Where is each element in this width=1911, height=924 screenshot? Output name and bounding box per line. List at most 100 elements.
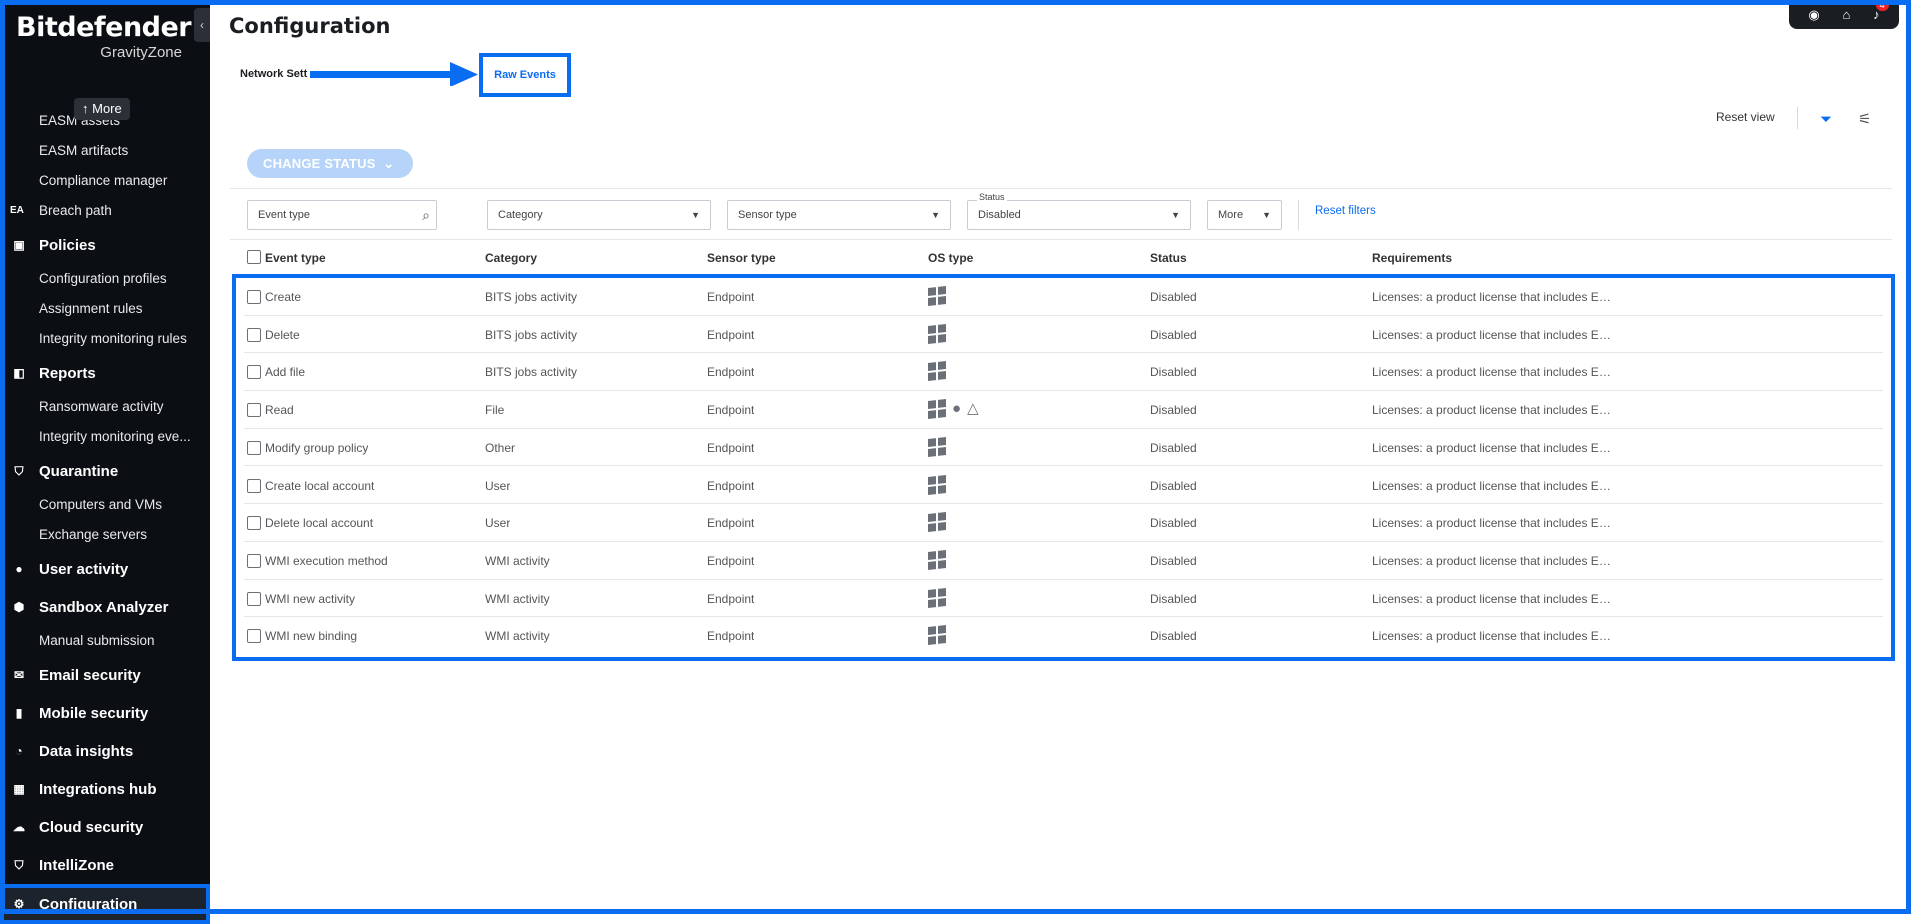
nav-email-security[interactable]: ✉ Email security bbox=[0, 656, 210, 694]
row-checkbox[interactable] bbox=[247, 327, 261, 342]
nav-integrity-monitoring-events[interactable]: Integrity monitoring eve... bbox=[0, 422, 210, 452]
tab-network-settings[interactable]: Network Sett bbox=[240, 68, 307, 80]
more-button[interactable]: ↑ More bbox=[74, 98, 130, 120]
filter-icon[interactable]: ⏷ bbox=[1820, 111, 1832, 128]
row-checkbox[interactable] bbox=[247, 365, 261, 380]
nav-configuration-profiles[interactable]: Configuration profiles bbox=[0, 264, 210, 294]
collapse-sidebar-button[interactable]: ‹ bbox=[194, 8, 210, 42]
nav-computers-and-vms[interactable]: Computers and VMs bbox=[0, 490, 210, 520]
brand-logo[interactable]: Bitdefender GravityZone bbox=[16, 12, 192, 61]
nav-assignment-rules[interactable]: Assignment rules bbox=[0, 294, 210, 324]
row-checkbox[interactable] bbox=[247, 629, 261, 644]
table-row[interactable]: Create BITS jobs activity Endpoint Disabled… bbox=[236, 278, 1891, 316]
tab-raw-events[interactable]: Raw Events bbox=[479, 53, 571, 97]
table-row[interactable]: Delete local account User Endpoint Disabled… bbox=[236, 504, 1891, 542]
table-row[interactable]: Read File Endpoint ● △ Disabled Licenses: a pr… bbox=[236, 391, 1891, 429]
row-checkbox[interactable] bbox=[247, 591, 261, 606]
table-row[interactable]: Delete BITS jobs activity Endpoint Disabled… bbox=[236, 316, 1891, 354]
col-category-cell: BITS jobs activity bbox=[485, 327, 578, 342]
table-row[interactable]: Create local account User Endpoint Disabled… bbox=[236, 467, 1891, 505]
gift-icon[interactable]: ⌂ bbox=[1842, 7, 1850, 22]
sidebar-nav: EASM assets EASM artifacts Compliance mana… bbox=[0, 106, 210, 924]
bell-icon[interactable]: ♪ 4 bbox=[1873, 0, 1889, 22]
nav-intellizone[interactable]: ⛉ IntelliZone bbox=[0, 846, 210, 884]
sidebar-item-label: IntelliZone bbox=[39, 856, 114, 874]
apple-icon: ● bbox=[952, 400, 962, 418]
chevron-down-icon: ⌄ bbox=[379, 156, 395, 171]
col-event-type-cell: Delete bbox=[265, 327, 300, 342]
intellizone-icon: ⛉ bbox=[14, 857, 24, 872]
divider bbox=[230, 239, 1892, 240]
nav-breach-path[interactable]: EA Breach path bbox=[0, 196, 210, 226]
row-checkbox[interactable] bbox=[247, 290, 261, 304]
brand-name: Bitdefender bbox=[16, 12, 192, 43]
event-type-placeholder: Event type bbox=[258, 209, 310, 221]
table-row[interactable]: Modify group policy Other Endpoint Disabled… bbox=[236, 429, 1891, 467]
column-header-os-type[interactable]: OS type bbox=[928, 251, 973, 265]
column-header-sensor-type[interactable]: Sensor type bbox=[707, 251, 776, 265]
nav-integrations-hub[interactable]: ▦ Integrations hub bbox=[0, 770, 210, 808]
table-row[interactable]: WMI new activity WMI activity Endpoint Disa… bbox=[236, 580, 1891, 618]
column-header-requirements[interactable]: Requirements bbox=[1372, 251, 1452, 265]
change-status-button[interactable]: CHANGE STATUS ⌄ bbox=[247, 149, 413, 178]
reset-view-link[interactable]: Reset view bbox=[1716, 110, 1775, 124]
row-checkbox[interactable] bbox=[247, 478, 261, 493]
windows-icon bbox=[928, 399, 946, 420]
data-insights-icon: ◔ bbox=[15, 744, 23, 758]
nav-configuration[interactable]: ⚙ Configuration bbox=[0, 884, 210, 924]
reset-filters-link[interactable]: Reset filters bbox=[1315, 205, 1376, 217]
row-checkbox[interactable] bbox=[247, 440, 261, 455]
mobile-security-icon: ▮ bbox=[15, 706, 23, 720]
sidebar-item-label: Mobile security bbox=[39, 704, 149, 722]
nav-manual-submission[interactable]: Manual submission bbox=[0, 626, 210, 656]
column-settings-icon[interactable]: ⚟ bbox=[1858, 110, 1871, 128]
nav-compliance-manager[interactable]: Compliance manager bbox=[0, 166, 210, 196]
nav-quarantine[interactable]: ⛉ Quarantine bbox=[0, 452, 210, 490]
sandbox-analyzer-icon: ⬢ bbox=[13, 600, 25, 614]
column-header-event-type[interactable]: Event type bbox=[265, 251, 326, 265]
table-row[interactable]: WMI execution method WMI activity Endpoint… bbox=[236, 542, 1891, 580]
nav-sandbox-analyzer[interactable]: ⬢ Sandbox Analyzer bbox=[0, 588, 210, 626]
col-category-cell: Other bbox=[485, 440, 516, 455]
col-status-cell: Disabled bbox=[1150, 629, 1197, 644]
col-sensor-type-cell: Endpoint bbox=[707, 290, 755, 304]
select-all-checkbox[interactable] bbox=[247, 250, 261, 264]
column-header-status[interactable]: Status bbox=[1150, 251, 1187, 265]
sensor-type-filter[interactable]: Sensor type ▼ bbox=[727, 200, 951, 230]
windows-icon bbox=[928, 474, 946, 495]
row-checkbox[interactable] bbox=[247, 403, 261, 418]
nav-easm-artifacts[interactable]: EASM artifacts bbox=[0, 136, 210, 166]
col-event-type-cell: Read bbox=[265, 403, 294, 418]
nav-cloud-security[interactable]: ☁ Cloud security bbox=[0, 808, 210, 846]
nav-integrity-monitoring-rules[interactable]: Integrity monitoring rules bbox=[0, 324, 210, 354]
col-requirements-cell: Licenses: a product license that include… bbox=[1372, 403, 1617, 418]
brand-sub: GravityZone bbox=[100, 44, 182, 61]
sidebar-item-label: Quarantine bbox=[39, 462, 119, 480]
status-filter[interactable]: Status Disabled ▼ bbox=[967, 192, 1191, 230]
row-checkbox[interactable] bbox=[247, 516, 261, 531]
nav-data-insights[interactable]: ◔ Data insights bbox=[0, 732, 210, 770]
row-checkbox[interactable] bbox=[247, 553, 261, 568]
sidebar-item-label: Cloud security bbox=[39, 818, 144, 836]
nav-policies[interactable]: ▣ Policies bbox=[0, 226, 210, 264]
sidebar-item-label: Email security bbox=[39, 666, 141, 684]
col-sensor-type-cell: Endpoint bbox=[707, 327, 755, 342]
table-row[interactable]: Add file BITS jobs activity Endpoint Disabl… bbox=[236, 353, 1891, 392]
col-event-type-cell: WMI new activity bbox=[265, 591, 356, 606]
nav-exchange-servers[interactable]: Exchange servers bbox=[0, 520, 210, 550]
column-header-category[interactable]: Category bbox=[485, 251, 537, 265]
category-filter[interactable]: Category ▼ bbox=[487, 200, 711, 230]
nav-mobile-security[interactable]: ▮ Mobile security bbox=[0, 694, 210, 732]
user-icon[interactable]: ◉ bbox=[1808, 7, 1819, 23]
nav-reports[interactable]: ◧ Reports bbox=[0, 354, 210, 392]
os-type-cell bbox=[928, 587, 946, 608]
nav-user-activity[interactable]: ● User activity bbox=[0, 550, 210, 588]
nav-ransomware-activity[interactable]: Ransomware activity bbox=[0, 392, 210, 422]
caret-down-icon: ▼ bbox=[1171, 210, 1180, 220]
event-type-filter[interactable]: Event type ⌕ bbox=[247, 200, 437, 230]
more-filters-dropdown[interactable]: More ▼ bbox=[1207, 200, 1282, 230]
windows-icon bbox=[928, 587, 946, 608]
table-row[interactable]: WMI new binding WMI activity Endpoint Disab… bbox=[236, 617, 1891, 655]
col-category-cell: User bbox=[485, 478, 511, 493]
col-status-cell: Disabled bbox=[1150, 403, 1197, 418]
